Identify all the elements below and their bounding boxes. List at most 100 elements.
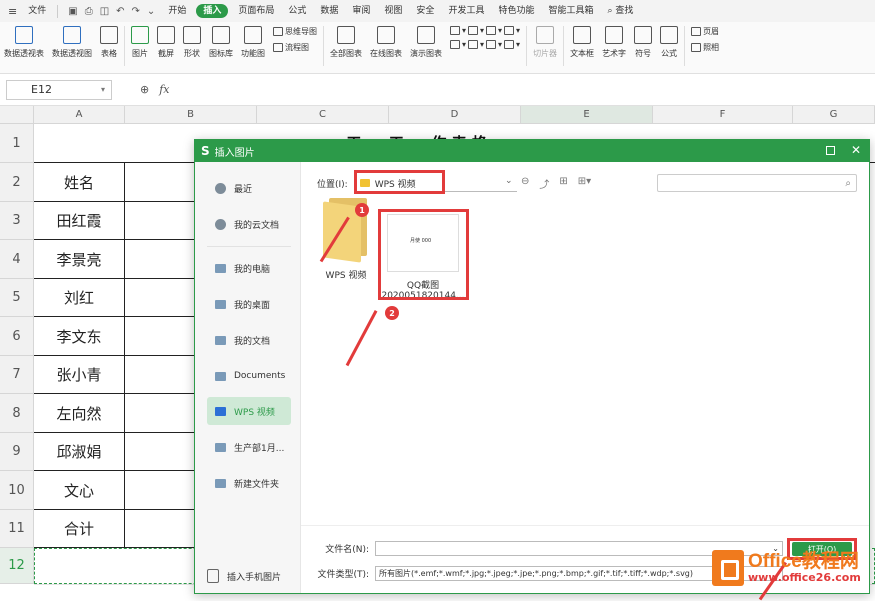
column-header-e[interactable]: E (521, 106, 653, 124)
cell-a2[interactable]: 姓名 (34, 163, 125, 202)
chevron-down-icon[interactable]: ▾ (101, 85, 105, 94)
symbol-button[interactable]: 符号 (630, 26, 656, 59)
row-header-9[interactable]: 9 (0, 433, 34, 471)
tab-security[interactable]: 安全 (409, 0, 441, 22)
donut-chart-icon[interactable] (468, 40, 479, 49)
more-icon[interactable]: ⌄ (147, 6, 155, 17)
tab-data[interactable]: 数据 (313, 0, 345, 22)
undo-icon[interactable]: ↶ (116, 6, 124, 17)
cell-b2[interactable] (125, 163, 195, 202)
up-folder-icon[interactable]: ⤴ (539, 176, 549, 191)
pie-chart-icon[interactable] (486, 26, 497, 35)
column-header-g[interactable]: G (793, 106, 875, 124)
cell-a11[interactable]: 合计 (34, 510, 125, 548)
all-charts-button[interactable]: 全部图表 (326, 26, 366, 59)
tab-page-layout[interactable]: 页面布局 (231, 0, 281, 22)
save-icon[interactable]: ▣ (68, 6, 77, 17)
sidebar-item-new-folder[interactable]: 新建文件夹 (207, 469, 291, 497)
equation-button[interactable]: 公式 (656, 26, 682, 59)
row-header-10[interactable]: 10 (0, 471, 34, 510)
row-header-2[interactable]: 2 (0, 163, 34, 202)
row-header-5[interactable]: 5 (0, 279, 34, 317)
close-icon[interactable]: ✕ (851, 143, 861, 157)
row-header-1[interactable]: 1 (0, 124, 34, 163)
sidebar-item-wps-video[interactable]: WPS 视频 (207, 397, 291, 425)
tab-view[interactable]: 视图 (377, 0, 409, 22)
select-all-corner[interactable] (0, 106, 34, 124)
search-command[interactable]: ⌕ 查找 (600, 0, 640, 22)
cell-b8[interactable] (125, 394, 195, 433)
area-chart-icon[interactable] (504, 26, 515, 35)
column-header-d[interactable]: D (389, 106, 521, 124)
column-header-b[interactable]: B (125, 106, 257, 124)
cell-b9[interactable] (125, 433, 195, 471)
maximize-icon[interactable] (825, 146, 835, 155)
column-header-c[interactable]: C (257, 106, 389, 124)
shape-button[interactable]: 形状 (179, 26, 205, 59)
cell-b4[interactable] (125, 240, 195, 279)
name-box[interactable]: E12 ▾ (6, 79, 112, 100)
other-chart-icon[interactable] (504, 40, 515, 49)
column-header-f[interactable]: F (653, 106, 793, 124)
row-header-8[interactable]: 8 (0, 394, 34, 433)
row-header-4[interactable]: 4 (0, 240, 34, 279)
sidebar-item-computer[interactable]: 我的电脑 (207, 254, 291, 282)
sidebar-item-documents[interactable]: Documents (207, 362, 291, 390)
bar-chart-icon[interactable] (450, 40, 460, 49)
folder-item-wps-video[interactable]: WPS 视频 (313, 198, 379, 281)
cell-b5[interactable] (125, 279, 195, 317)
icon-library-button[interactable]: 图标库 (205, 26, 237, 59)
scatter-chart-icon[interactable] (486, 40, 497, 49)
menu-icon[interactable]: ≡ (0, 5, 21, 18)
cell-a7[interactable]: 张小青 (34, 356, 125, 394)
wordart-button[interactable]: 艺术字 (598, 26, 630, 59)
textbox-button[interactable]: 文本框 (566, 26, 598, 59)
tab-review[interactable]: 审阅 (345, 0, 377, 22)
print-icon[interactable]: ⎙ (85, 6, 93, 17)
tab-toolbox[interactable]: 智能工具箱 (541, 0, 600, 22)
column-chart-icon[interactable] (450, 26, 460, 35)
demo-charts-button[interactable]: 演示图表 (406, 26, 446, 59)
fx-icon[interactable]: fx (159, 83, 169, 96)
flowchart-button[interactable]: 流程图 (273, 42, 317, 53)
tab-special[interactable]: 特色功能 (491, 0, 541, 22)
screenshot-button[interactable]: 截屏 (153, 26, 179, 59)
cell-a6[interactable]: 李文东 (34, 317, 125, 356)
insert-phone-picture-button[interactable]: 插入手机图片 (207, 569, 281, 583)
sidebar-item-recent[interactable]: 最近 (207, 174, 291, 202)
cell-b11[interactable] (125, 510, 195, 548)
sidebar-item-desktop[interactable]: 我的桌面 (207, 290, 291, 318)
cell-b3[interactable] (125, 202, 195, 240)
cell-b6[interactable] (125, 317, 195, 356)
pivot-chart-button[interactable]: 数据透视图 (48, 26, 96, 59)
tab-insert[interactable]: 插入 (196, 4, 229, 18)
sidebar-item-production[interactable]: 生产部1月... (207, 433, 291, 461)
zoom-formula-icon[interactable]: ⊕ (140, 83, 149, 96)
sidebar-item-my-documents[interactable]: 我的文档 (207, 326, 291, 354)
redo-icon[interactable]: ↷ (132, 6, 140, 17)
cell-b7[interactable] (125, 356, 195, 394)
cell-a10[interactable]: 文心 (34, 471, 125, 510)
online-charts-button[interactable]: 在线图表 (366, 26, 406, 59)
cell-b10[interactable] (125, 471, 195, 510)
tab-formula[interactable]: 公式 (281, 0, 313, 22)
tab-developer[interactable]: 开发工具 (441, 0, 491, 22)
function-chart-button[interactable]: 功能图 (237, 26, 269, 59)
row-header-12[interactable]: 12 (0, 548, 34, 584)
cell-a8[interactable]: 左向然 (34, 394, 125, 433)
row-header-3[interactable]: 3 (0, 202, 34, 240)
file-menu[interactable]: 文件 (21, 0, 53, 22)
row-header-11[interactable]: 11 (0, 510, 34, 548)
line-chart-icon[interactable] (468, 26, 479, 35)
back-icon[interactable]: ⊖ (521, 176, 529, 191)
pivot-table-button[interactable]: 数据透视表 (0, 26, 48, 59)
cell-a9[interactable]: 邱淑娟 (34, 433, 125, 471)
table-button[interactable]: 表格 (96, 26, 122, 59)
dialog-title-bar[interactable]: S 插入图片 (195, 140, 869, 162)
view-mode-icon[interactable]: ⊞▾ (578, 176, 591, 191)
header-footer-button[interactable]: 页眉 (691, 26, 719, 37)
search-input[interactable]: ⌕ (657, 174, 857, 192)
tab-start[interactable]: 开始 (161, 0, 193, 22)
cell-a3[interactable]: 田红霞 (34, 202, 125, 240)
new-folder-icon[interactable]: ⊞ (559, 176, 567, 191)
